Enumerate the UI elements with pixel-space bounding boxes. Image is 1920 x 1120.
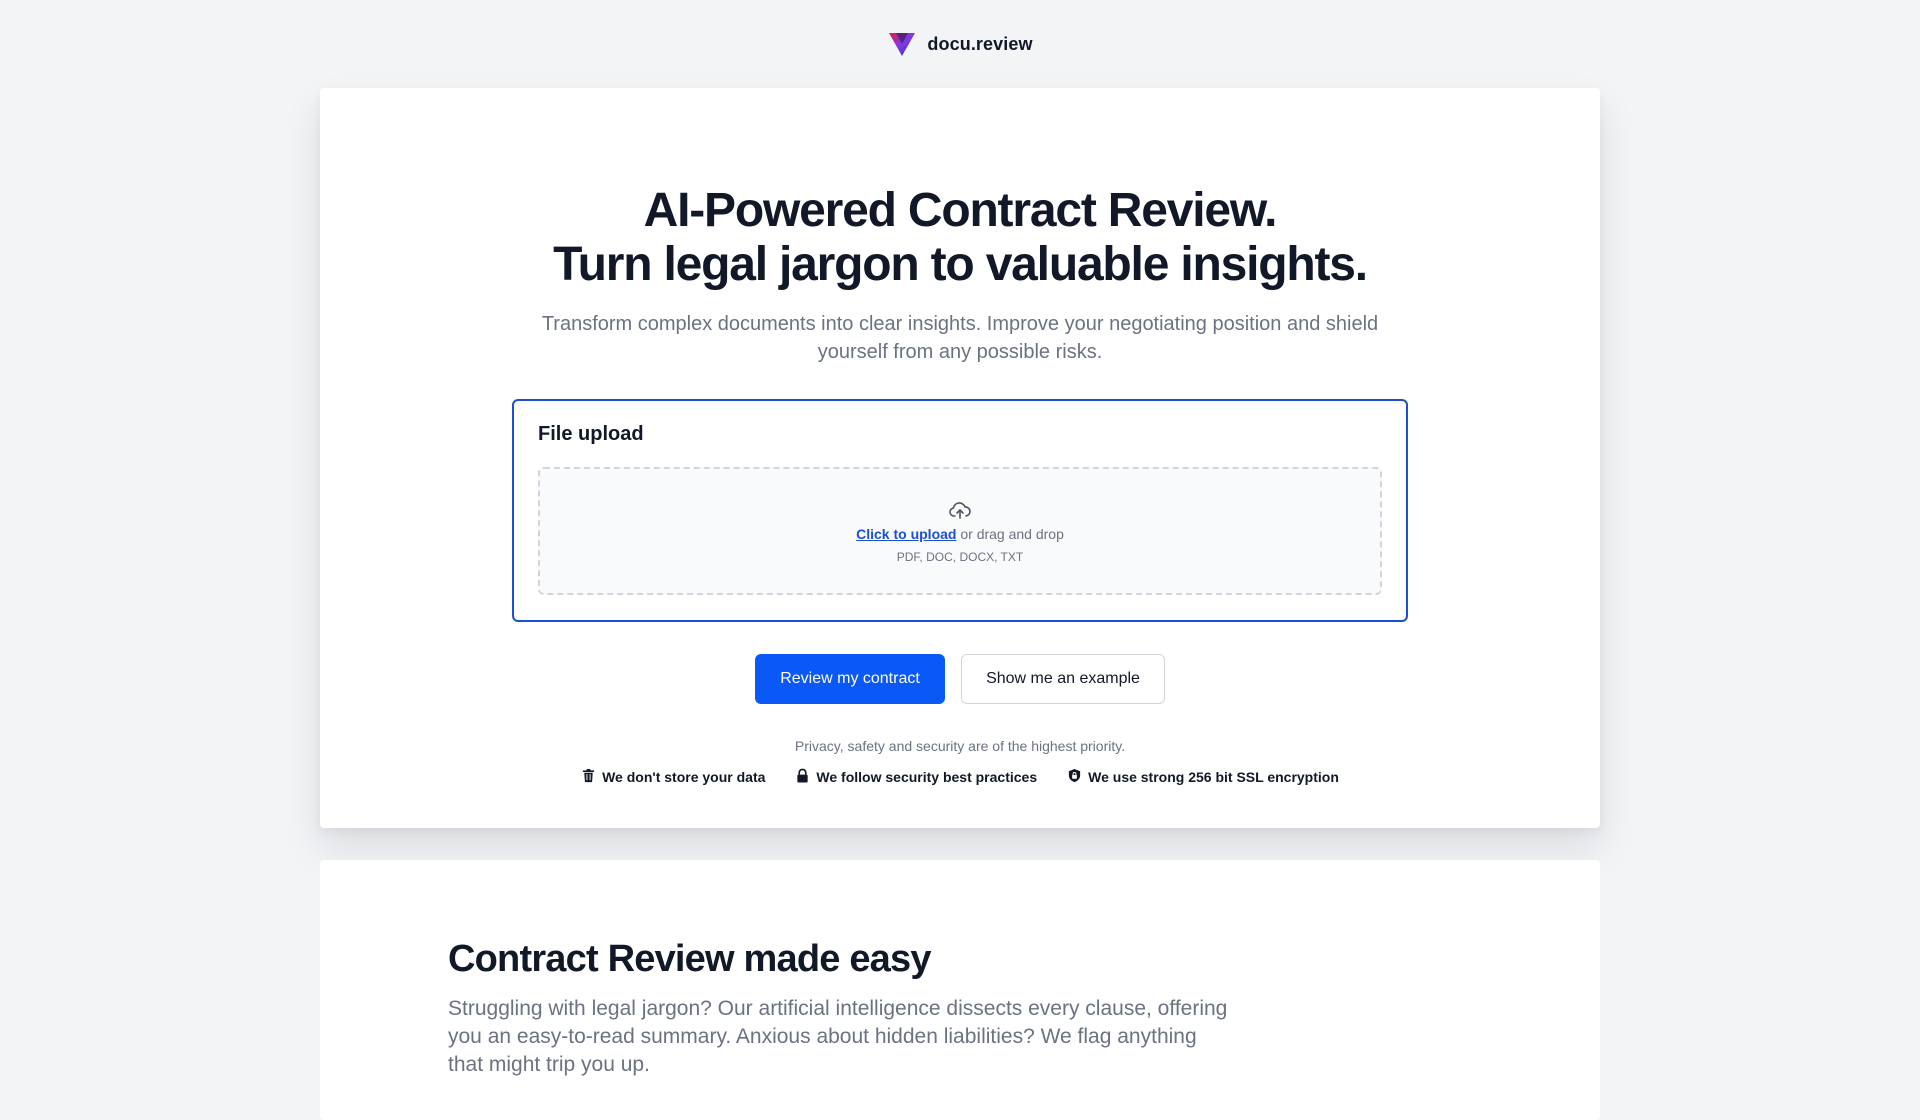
security-badges: We don't store your data We follow secur… bbox=[320, 768, 1600, 786]
hero-card: AI-Powered Contract Review. Turn legal j… bbox=[320, 88, 1600, 828]
feature-section: Contract Review made easy Struggling wit… bbox=[320, 860, 1600, 1120]
drag-and-drop-text: or drag and drop bbox=[956, 526, 1064, 542]
section-body: Struggling with legal jargon? Our artifi… bbox=[448, 997, 1228, 1076]
file-dropzone[interactable]: Click to upload or drag and drop PDF, DO… bbox=[538, 467, 1382, 595]
privacy-note: Privacy, safety and security are of the … bbox=[794, 738, 1126, 754]
review-contract-button[interactable]: Review my contract bbox=[755, 654, 945, 704]
cloud-upload-icon bbox=[948, 498, 972, 522]
hero-title-line-2: Turn legal jargon to valuable insights. bbox=[553, 238, 1368, 291]
badge-label: We don't store your data bbox=[602, 769, 766, 785]
badge-best-practices: We follow security best practices bbox=[795, 768, 1037, 786]
section-title: Contract Review made easy bbox=[448, 938, 931, 980]
dropzone-instructions: Click to upload or drag and drop bbox=[856, 526, 1064, 542]
action-buttons: Review my contract Show me an example bbox=[320, 654, 1600, 704]
file-upload-panel: File upload Click to upload or drag and … bbox=[512, 399, 1408, 622]
badge-no-storage: We don't store your data bbox=[581, 768, 765, 786]
file-upload-title: File upload bbox=[538, 423, 644, 445]
badge-label: We use strong 256 bit SSL encryption bbox=[1088, 769, 1339, 785]
docu-review-logo-icon[interactable] bbox=[887, 30, 917, 58]
hero-subtitle: Transform complex documents into clear i… bbox=[541, 313, 1379, 363]
hero-title-line-1: AI-Powered Contract Review. bbox=[643, 184, 1278, 237]
trash-icon bbox=[581, 768, 596, 786]
badge-ssl: We use strong 256 bit SSL encryption bbox=[1067, 768, 1339, 786]
lock-icon bbox=[795, 768, 810, 786]
shield-lock-icon bbox=[1067, 768, 1082, 786]
top-bar: docu.review bbox=[0, 0, 1920, 88]
click-to-upload-link[interactable]: Click to upload bbox=[856, 526, 956, 542]
badge-label: We follow security best practices bbox=[816, 769, 1038, 785]
show-example-button[interactable]: Show me an example bbox=[961, 654, 1165, 704]
brand-name[interactable]: docu.review bbox=[927, 34, 1032, 55]
hero-title: AI-Powered Contract Review. Turn legal j… bbox=[320, 184, 1600, 292]
accepted-formats: PDF, DOC, DOCX, TXT bbox=[896, 550, 1024, 564]
